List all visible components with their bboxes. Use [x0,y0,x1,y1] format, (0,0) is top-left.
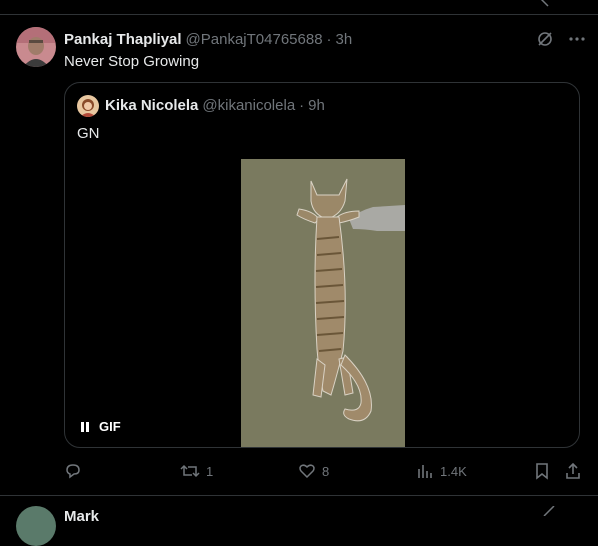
grok-icon[interactable] [536,0,550,8]
divider [0,14,598,15]
separator: · [326,30,332,48]
bookmark-icon [536,463,548,480]
quoted-avatar[interactable] [77,95,99,117]
quoted-tweet[interactable]: Kika Nicolela @kikanicolela · 9h GN GIF [64,82,580,448]
quoted-author-name[interactable]: Kika Nicolela [105,97,198,114]
gif-controls: GIF [81,419,121,434]
quoted-text: GN [77,125,100,142]
views-button[interactable]: 1.4K [416,462,467,480]
separator: · [299,97,305,114]
tweet-text: Never Stop Growing [64,53,200,70]
reply-icon [66,464,80,479]
retweet-icon [180,464,200,478]
timestamp[interactable]: 3h [336,31,353,48]
next-tweet-avatar[interactable] [16,506,56,546]
gif-badge: GIF [99,419,121,434]
cat-image [241,159,405,447]
next-tweet-author[interactable]: Mark [64,508,99,525]
bookmark-button[interactable] [534,462,550,480]
divider [0,495,598,496]
grok-icon[interactable] [540,506,556,516]
share-icon [566,462,580,479]
author-handle[interactable]: @PankajT04765688 [186,31,323,48]
author-name[interactable]: Pankaj Thapliyal [64,31,182,48]
tweet-top-actions [534,28,588,50]
like-button[interactable]: 8 [298,462,329,480]
like-count: 8 [322,463,330,479]
tweet-actions: 1 8 1.4K [64,462,580,484]
share-button[interactable] [564,462,582,480]
views-icon [418,465,432,478]
quoted-author-handle[interactable]: @kikanicolela [202,97,295,114]
tweet-header: Pankaj Thapliyal @PankajT04765688 · 3h [64,29,352,49]
quoted-timestamp[interactable]: 9h [308,97,325,114]
retweet-count: 1 [206,463,214,479]
grok-icon[interactable] [534,28,556,50]
reply-button[interactable] [64,462,88,480]
retweet-button[interactable]: 1 [180,462,213,480]
heart-icon [299,464,315,479]
gif-media[interactable] [241,159,405,447]
pause-icon[interactable] [81,421,89,432]
more-icon[interactable] [566,28,588,50]
views-count: 1.4K [440,463,467,479]
avatar[interactable] [16,27,56,67]
quoted-header: Kika Nicolela @kikanicolela · 9h [105,97,325,114]
